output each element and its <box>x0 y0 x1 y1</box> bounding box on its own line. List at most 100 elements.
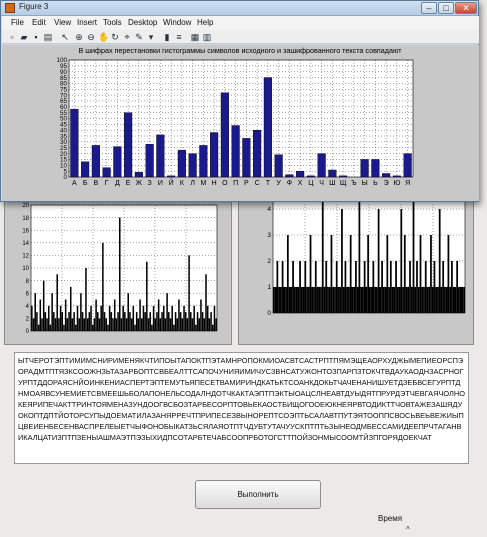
time-label: Время <box>378 514 403 523</box>
bar <box>191 318 194 331</box>
bar <box>61 312 64 331</box>
bar <box>119 217 121 331</box>
y-tick-label: 3 <box>267 232 271 239</box>
bar <box>154 318 157 331</box>
bar <box>146 261 148 331</box>
bar <box>51 293 53 331</box>
x-tick-label: Н <box>212 180 217 187</box>
bar <box>135 312 138 331</box>
bar <box>107 324 109 331</box>
bar <box>435 287 438 313</box>
x-tick-label: Г <box>105 180 109 187</box>
bar <box>332 287 335 313</box>
caret-up-icon: ^ <box>406 525 410 534</box>
bar <box>412 183 415 313</box>
pointer-icon[interactable]: ↖ <box>60 32 70 42</box>
minimize-button[interactable]: – <box>421 2 437 14</box>
bar <box>83 318 86 331</box>
bar <box>431 287 434 313</box>
open-folder-icon[interactable]: ▰ <box>19 32 29 42</box>
maximize-button[interactable]: □ <box>438 2 454 14</box>
print-icon[interactable]: ▤ <box>43 32 53 42</box>
bar <box>54 318 57 331</box>
bar <box>142 305 145 331</box>
data-cursor-icon[interactable]: ⌖ <box>122 32 132 42</box>
bar <box>369 287 371 313</box>
bar <box>382 287 385 313</box>
new-file-icon[interactable]: ▫ <box>7 32 17 42</box>
menu-tools[interactable]: Tools <box>103 18 122 27</box>
menu-file[interactable]: File <box>11 18 24 27</box>
bar <box>253 129 262 178</box>
x-tick-label: Ю <box>393 180 400 187</box>
y-tick-label: 2 <box>267 258 271 265</box>
rotate-icon[interactable]: ↻ <box>110 32 120 42</box>
bar <box>349 235 352 313</box>
bar <box>145 144 154 178</box>
bar <box>68 312 70 331</box>
bar <box>151 324 153 331</box>
bar <box>283 287 286 313</box>
run-button[interactable]: Выполнить <box>195 480 321 509</box>
bar <box>379 287 382 313</box>
bar <box>196 312 199 331</box>
bar <box>409 261 411 313</box>
bar <box>388 287 390 313</box>
save-icon[interactable]: ▪ <box>31 32 41 42</box>
bar <box>285 287 287 313</box>
x-tick-label: Е <box>126 180 131 187</box>
pan-icon[interactable]: ✋ <box>98 32 109 42</box>
bar <box>91 324 94 331</box>
bar <box>124 312 126 331</box>
bar <box>302 287 305 313</box>
grid-icon[interactable]: ▦ <box>190 32 200 42</box>
axes-icon[interactable]: ▥ <box>202 32 212 42</box>
bar <box>309 235 312 313</box>
menu-edit[interactable]: Edit <box>32 18 46 27</box>
zoom-out-icon[interactable]: ⊖ <box>86 32 96 42</box>
brush-icon[interactable]: ✎ <box>134 32 144 42</box>
colorbar-icon[interactable]: ▮ <box>162 32 172 42</box>
y-tick-label: 4 <box>267 206 271 213</box>
bar <box>58 318 60 331</box>
menu-view[interactable]: View <box>54 18 71 27</box>
bar <box>81 312 84 331</box>
bar <box>274 154 283 178</box>
bar <box>318 287 321 313</box>
bar <box>311 287 314 313</box>
legend-icon[interactable]: ≡ <box>174 32 184 42</box>
cipher-text-area[interactable]: ЫТЧЕРОТЭПТИМИМСНИРИМЕНЯКЧТИПОЫТАПОКТПЭТА… <box>14 352 469 464</box>
bar <box>281 261 284 313</box>
bar <box>34 293 36 331</box>
bar <box>44 312 47 331</box>
menu-help[interactable]: Help <box>197 18 213 27</box>
bar <box>356 287 359 313</box>
bar <box>32 318 35 331</box>
bar <box>384 287 387 313</box>
link-icon[interactable]: ▾ <box>146 32 156 42</box>
chart-title: В шифрах перестановки гистограммы символ… <box>78 46 402 55</box>
bar <box>64 299 67 331</box>
x-tick-label: Й <box>169 178 174 187</box>
bar <box>113 299 116 331</box>
zoom-in-icon[interactable]: ⊕ <box>74 32 84 42</box>
bar <box>193 305 195 331</box>
x-tick-label: Я <box>405 180 410 187</box>
bar <box>402 287 404 313</box>
menu-window[interactable]: Window <box>163 18 191 27</box>
bar <box>348 287 350 313</box>
bar <box>295 287 298 313</box>
bar <box>102 167 111 178</box>
close-button[interactable]: ✕ <box>455 2 477 14</box>
menu-insert[interactable]: Insert <box>77 18 97 27</box>
x-tick-label: Ш <box>329 180 335 187</box>
bar <box>200 299 202 331</box>
figure-titlebar[interactable]: Figure 3 – □ ✕ <box>1 1 478 16</box>
bar <box>423 287 425 313</box>
bar <box>371 159 380 178</box>
bar <box>161 312 163 331</box>
bar <box>440 287 443 313</box>
bar <box>120 318 123 331</box>
bar <box>325 261 328 313</box>
menu-desktop[interactable]: Desktop <box>128 18 157 27</box>
